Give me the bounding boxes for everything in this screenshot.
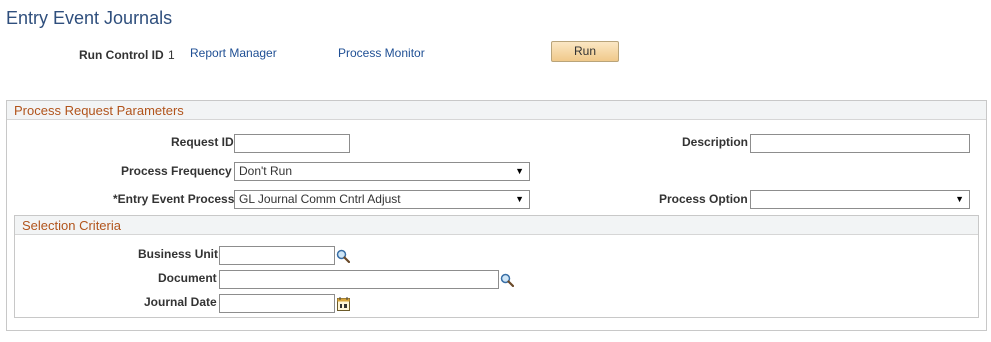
request-id-input[interactable] [234,134,350,153]
document-lookup-icon[interactable] [500,273,514,287]
entry-event-process-select[interactable]: GL Journal Comm Cntrl Adjust ▼ [234,190,530,209]
journal-date-label: Journal Date [144,295,217,309]
run-control-label: Run Control ID [79,48,164,62]
process-frequency-select[interactable]: Don't Run ▼ [234,162,530,181]
report-manager-link[interactable]: Report Manager [190,46,277,60]
chevron-down-icon: ▼ [955,194,964,204]
process-option-select[interactable]: ▼ [750,190,970,209]
chevron-down-icon: ▼ [515,194,524,204]
calendar-icon[interactable] [337,297,350,311]
business-unit-label: Business Unit [138,247,219,261]
process-request-parameters-title: Process Request Parameters [7,101,986,120]
process-option-label: Process Option [659,192,748,206]
document-label: Document [158,271,217,285]
process-monitor-link[interactable]: Process Monitor [338,46,425,60]
page-title: Entry Event Journals [6,8,173,28]
business-unit-input[interactable] [219,246,335,265]
selection-criteria-title: Selection Criteria [15,216,978,235]
document-input[interactable] [219,270,499,289]
chevron-down-icon: ▼ [515,166,524,176]
process-frequency-label: Process Frequency [121,164,232,178]
journal-date-input[interactable] [219,294,335,313]
run-control-value: 1 [168,48,175,62]
run-button[interactable]: Run [551,41,619,62]
request-id-label: Request ID [171,135,234,149]
entry-event-process-label: *Entry Event Process [113,192,235,206]
description-input[interactable] [750,134,970,153]
business-unit-lookup-icon[interactable] [336,249,350,263]
description-label: Description [682,135,749,149]
entry-event-process-value: GL Journal Comm Cntrl Adjust [239,192,401,206]
process-frequency-value: Don't Run [239,164,292,178]
